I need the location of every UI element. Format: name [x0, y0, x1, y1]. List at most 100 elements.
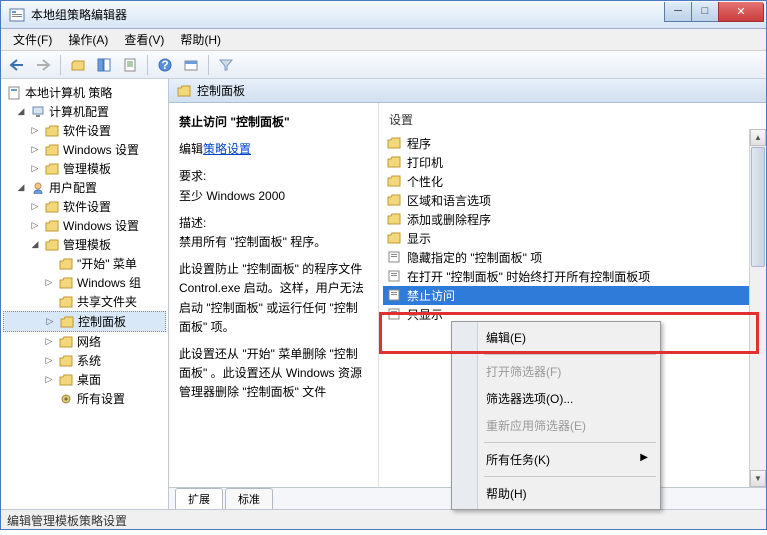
scroll-thumb[interactable]	[751, 147, 765, 267]
setting-item[interactable]: 程序	[383, 134, 762, 153]
req-label: 要求:	[179, 169, 206, 183]
expand-icon[interactable]: ▷	[29, 144, 41, 156]
expand-icon[interactable]: ▷	[29, 201, 41, 213]
maximize-button[interactable]: □	[691, 2, 719, 22]
toolbar: ?	[1, 51, 766, 79]
tree-user-config[interactable]: ◢ 用户配置	[3, 178, 166, 197]
folder-icon	[44, 238, 60, 252]
tree-windows-settings[interactable]: ▷ Windows 设置	[3, 140, 166, 159]
folder-icon	[387, 156, 403, 170]
tree-admin-templates[interactable]: ▷ 管理模板	[3, 159, 166, 178]
tree-windows-settings-2[interactable]: ▷ Windows 设置	[3, 216, 166, 235]
tree-label: 控制面板	[78, 313, 126, 330]
tree-all-settings[interactable]: 所有设置	[3, 389, 166, 408]
svg-text:?: ?	[161, 58, 168, 72]
help-button[interactable]: ?	[153, 54, 177, 76]
expand-icon[interactable]: ▷	[29, 220, 41, 232]
folder-icon	[59, 315, 75, 329]
app-icon	[9, 7, 25, 23]
close-button[interactable]: ✕	[718, 2, 764, 22]
menu-file[interactable]: 文件(F)	[5, 29, 60, 50]
tree-software-settings-2[interactable]: ▷ 软件设置	[3, 197, 166, 216]
menu-help[interactable]: 帮助(H)	[172, 29, 229, 50]
setting-item[interactable]: 打印机	[383, 153, 762, 172]
expand-icon[interactable]: ▷	[44, 316, 56, 328]
folder-icon	[58, 295, 74, 309]
properties-button[interactable]	[118, 54, 142, 76]
menu-view[interactable]: 查看(V)	[116, 29, 172, 50]
setting-item-selected[interactable]: 禁止访问	[383, 286, 762, 305]
options-button[interactable]	[179, 54, 203, 76]
desc-label: 描述:	[179, 216, 206, 230]
ctx-filter-options[interactable]: 筛选器选项(O)...	[454, 385, 658, 412]
expand-spacer	[43, 296, 55, 308]
expand-icon[interactable]: ▷	[43, 336, 55, 348]
tree-start-menu[interactable]: "开始" 菜单	[3, 254, 166, 273]
tree-label: 共享文件夹	[77, 293, 137, 310]
setting-label: 禁止访问	[407, 287, 455, 304]
policy-icon	[6, 86, 22, 100]
collapse-icon[interactable]: ◢	[15, 182, 27, 194]
folder-icon	[44, 143, 60, 157]
setting-item[interactable]: 显示	[383, 229, 762, 248]
ctx-edit[interactable]: 编辑(E)	[454, 324, 658, 351]
policy-item-icon	[387, 251, 403, 265]
setting-label: 隐藏指定的 "控制面板" 项	[407, 249, 542, 266]
tree-shared-folders[interactable]: 共享文件夹	[3, 292, 166, 311]
setting-item[interactable]: 在打开 "控制面板" 时始终打开所有控制面板项	[383, 267, 762, 286]
expand-icon[interactable]: ▷	[29, 163, 41, 175]
forward-button[interactable]	[31, 54, 55, 76]
tree-system[interactable]: ▷ 系统	[3, 351, 166, 370]
setting-item[interactable]: 个性化	[383, 172, 762, 191]
ctx-sep	[484, 354, 656, 355]
menu-action[interactable]: 操作(A)	[60, 29, 116, 50]
tree-software-settings[interactable]: ▷ 软件设置	[3, 121, 166, 140]
collapse-icon[interactable]: ◢	[29, 239, 41, 251]
collapse-icon[interactable]: ◢	[15, 106, 27, 118]
tree-control-panel[interactable]: ▷ 控制面板	[3, 311, 166, 332]
back-button[interactable]	[5, 54, 29, 76]
tree-desktop[interactable]: ▷ 桌面	[3, 370, 166, 389]
desc-p1: 禁用所有 "控制面板" 程序。	[179, 235, 326, 249]
path-bar: 控制面板	[169, 79, 766, 103]
ctx-all-tasks[interactable]: 所有任务(K)▶	[454, 446, 658, 473]
tree-windows-components[interactable]: ▷ Windows 组	[3, 273, 166, 292]
folder-icon	[58, 354, 74, 368]
description-pane: 禁止访问 "控制面板" 编辑策略设置 要求:至少 Windows 2000 描述…	[169, 103, 379, 487]
tree-admin-templates-2[interactable]: ◢ 管理模板	[3, 235, 166, 254]
setting-item[interactable]: 区域和语言选项	[383, 191, 762, 210]
tree-label: Windows 设置	[63, 141, 139, 158]
status-text: 编辑管理模板策略设置	[7, 514, 127, 528]
scroll-down-button[interactable]: ▼	[750, 470, 766, 487]
expand-icon[interactable]: ▷	[43, 374, 55, 386]
tree-label: 桌面	[77, 371, 101, 388]
req-value: 至少 Windows 2000	[179, 189, 285, 203]
setting-item[interactable]: 添加或删除程序	[383, 210, 762, 229]
show-tree-button[interactable]	[92, 54, 116, 76]
tree-pane[interactable]: 本地计算机 策略 ◢ 计算机配置 ▷ 软件设置 ▷ Windows 设置 ▷ 管…	[1, 79, 169, 509]
vertical-scrollbar[interactable]: ▲ ▼	[749, 129, 766, 487]
ctx-sep	[484, 476, 656, 477]
edit-policy-link[interactable]: 策略设置	[203, 142, 251, 156]
expand-icon[interactable]: ▷	[43, 355, 55, 367]
policy-item-icon	[387, 308, 403, 322]
up-button[interactable]	[66, 54, 90, 76]
expand-icon[interactable]: ▷	[29, 125, 41, 137]
expand-icon[interactable]: ▷	[43, 277, 55, 289]
folder-icon	[44, 162, 60, 176]
scroll-up-button[interactable]: ▲	[750, 129, 766, 146]
setting-item[interactable]: 隐藏指定的 "控制面板" 项	[383, 248, 762, 267]
folder-icon	[387, 232, 403, 246]
minimize-button[interactable]: ─	[664, 2, 692, 22]
tab-extended[interactable]: 扩展	[175, 488, 223, 509]
window-title: 本地组策略编辑器	[31, 6, 665, 23]
filter-button[interactable]	[214, 54, 238, 76]
desc-p2: 此设置防止 "控制面板" 的程序文件 Control.exe 启动。这样，用户无…	[179, 260, 368, 337]
tree-network[interactable]: ▷ 网络	[3, 332, 166, 351]
menubar: 文件(F) 操作(A) 查看(V) 帮助(H)	[1, 29, 766, 51]
ctx-help[interactable]: 帮助(H)	[454, 480, 658, 507]
expand-spacer	[43, 393, 55, 405]
tree-root[interactable]: 本地计算机 策略	[3, 83, 166, 102]
tree-computer-config[interactable]: ◢ 计算机配置	[3, 102, 166, 121]
tab-standard[interactable]: 标准	[225, 488, 273, 509]
